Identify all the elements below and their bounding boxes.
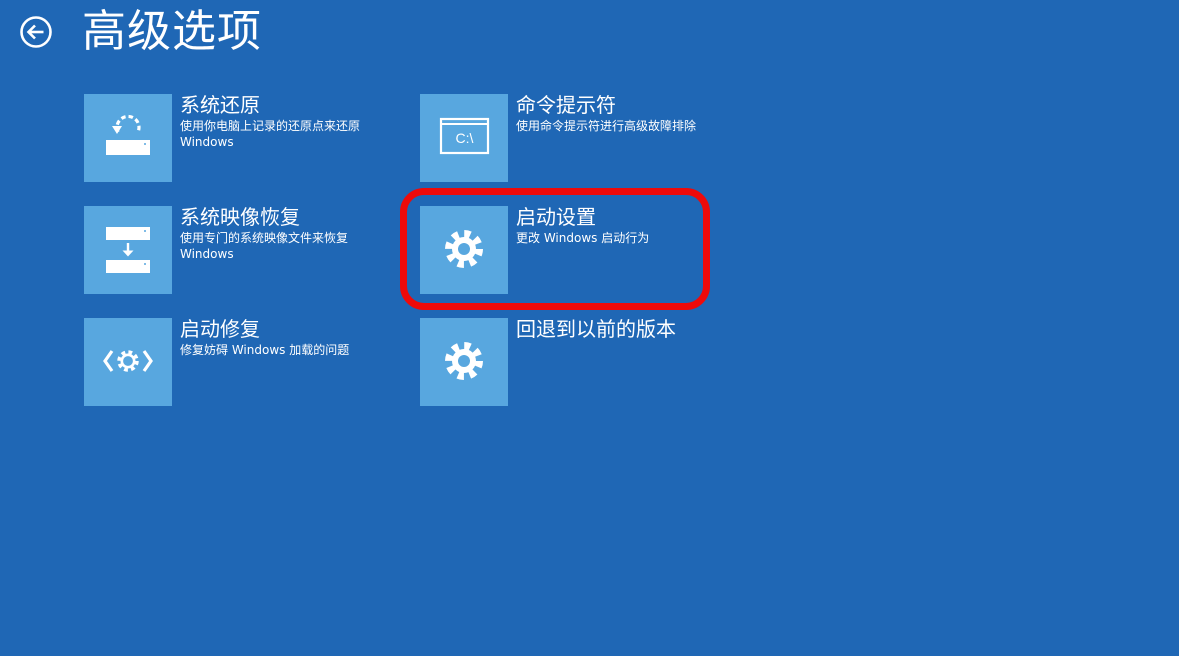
startup-repair-icon [103,350,153,372]
back-button[interactable] [19,15,53,49]
option-title: 命令提示符 [516,93,616,117]
system-image-recovery-icon [106,227,150,273]
option-tile [420,206,508,294]
option-system-restore[interactable]: 系统还原 使用你电脑上记录的还原点来还原 Windows [84,93,394,182]
option-tile [84,318,172,406]
option-startup-settings[interactable]: 启动设置 更改 Windows 启动行为 [420,205,730,294]
option-description: 使用命令提示符进行高级故障排除 [516,119,697,133]
option-title: 系统映像恢复 [180,205,300,229]
option-description: 使用专门的系统映像文件来恢复 Windows [180,231,349,261]
option-tile [84,206,172,294]
option-command-prompt[interactable]: C:\ 命令提示符 使用命令提示符进行高级故障排除 [420,93,730,182]
option-tile [420,318,508,406]
option-tile [84,94,172,182]
back-arrow-circle-icon [20,16,52,48]
option-title: 回退到以前的版本 [516,317,676,341]
gear-icon [445,230,483,268]
option-title: 系统还原 [180,93,260,117]
option-system-image-recovery[interactable]: 系统映像恢复 使用专门的系统映像文件来恢复 Windows [84,205,394,294]
option-description: 修复妨碍 Windows 加载的问题 [180,343,350,357]
option-description: 更改 Windows 启动行为 [516,231,650,245]
command-prompt-icon-text: C:\ [456,130,474,146]
option-title: 启动修复 [180,317,260,341]
option-tile: C:\ [420,94,508,182]
command-prompt-icon: C:\ [439,117,490,155]
option-startup-repair[interactable]: 启动修复 修复妨碍 Windows 加载的问题 [84,317,394,406]
option-go-back-previous-version[interactable]: 回退到以前的版本 [420,317,730,406]
page-title: 高级选项 [82,6,262,57]
gear-icon [445,342,483,380]
option-title: 启动设置 [516,205,596,229]
option-description: 使用你电脑上记录的还原点来还原 Windows [180,119,361,149]
system-restore-icon [106,114,150,155]
